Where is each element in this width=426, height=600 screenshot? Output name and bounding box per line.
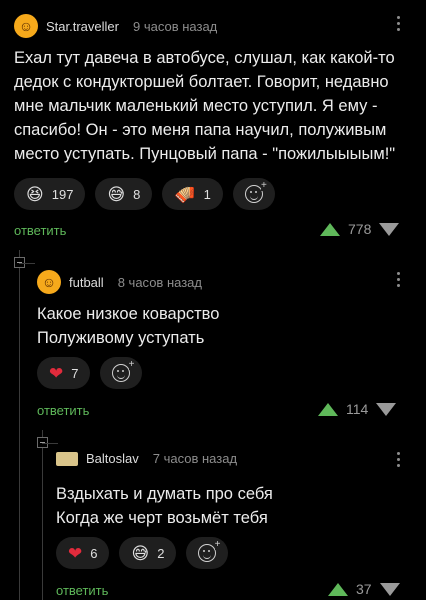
reaction-count: 7 <box>71 365 79 381</box>
upvote-icon[interactable] <box>328 582 348 596</box>
add-reaction-button[interactable]: + <box>186 537 229 569</box>
laughing-emoji-icon: 😆 <box>26 184 44 204</box>
reaction-pill[interactable]: 😅 8 <box>95 178 153 210</box>
comment-header: Baltoslav 7 часов назад <box>56 451 237 466</box>
vote-control: 114 <box>318 401 397 417</box>
reply-link[interactable]: ответить <box>37 403 89 418</box>
text-line: Какое низкое коварство <box>37 305 220 323</box>
text-line: Вздыхать и думать про себя <box>56 485 273 503</box>
reactions-bar: 😆 197 😅 8 🪗 1 + <box>14 178 275 210</box>
add-emoji-icon: + <box>244 181 267 203</box>
reaction-count: 197 <box>51 186 74 202</box>
vote-control: 778 <box>320 221 400 237</box>
reply-link[interactable]: ответить <box>14 223 66 238</box>
avatar[interactable]: ☺ <box>37 270 61 294</box>
add-emoji-icon: + <box>198 540 221 562</box>
reaction-count: 8 <box>133 186 141 202</box>
downvote-icon[interactable] <box>379 222 400 236</box>
reaction-count: 6 <box>90 545 98 561</box>
reaction-pill[interactable]: 🪗 1 <box>162 178 223 210</box>
add-reaction-button[interactable]: + <box>100 357 143 389</box>
thread-line <box>19 250 20 600</box>
username[interactable]: Star.traveller <box>46 19 119 34</box>
reactions-bar: ❤ 7 + <box>37 357 143 389</box>
sweat-smile-emoji-icon: 😅 <box>131 543 150 563</box>
avatar[interactable] <box>56 451 78 466</box>
more-options-icon[interactable] <box>397 16 401 34</box>
thread-line <box>42 430 43 600</box>
comment-text: Какое низкое коварство Полуживому уступа… <box>37 302 407 350</box>
reaction-pill[interactable]: 😆 197 <box>14 178 86 210</box>
heart-emoji-icon: ❤ <box>68 543 83 563</box>
text-line: Полуживому уступать <box>37 329 205 347</box>
reaction-pill[interactable]: ❤ 7 <box>37 357 91 389</box>
accordion-emoji-icon: 🪗 <box>174 184 196 204</box>
comment-text: Вздыхать и думать про себя Когда же черт… <box>56 482 406 530</box>
upvote-icon[interactable] <box>318 402 338 416</box>
username[interactable]: futball <box>69 275 104 290</box>
upvote-icon[interactable] <box>320 222 340 236</box>
vote-count: 37 <box>356 581 372 597</box>
vote-control: 37 <box>328 581 400 597</box>
more-options-icon[interactable] <box>397 272 401 290</box>
reactions-bar: ❤ 6 😅 2 + <box>56 537 229 569</box>
reaction-count: 1 <box>203 186 211 202</box>
reaction-pill[interactable]: ❤ 6 <box>56 537 110 569</box>
avatar[interactable]: ☺ <box>14 14 38 38</box>
timestamp: 8 часов назад <box>117 274 202 290</box>
comment-header: ☺ Star.traveller 9 часов назад <box>14 14 217 38</box>
comment-header: ☺ futball 8 часов назад <box>37 270 202 294</box>
downvote-icon[interactable] <box>376 402 397 416</box>
vote-count: 778 <box>348 221 372 237</box>
text-line: Когда же черт возьмёт тебя <box>56 509 268 527</box>
sweat-smile-emoji-icon: 😅 <box>107 184 126 204</box>
downvote-icon[interactable] <box>379 582 400 596</box>
reply-link[interactable]: ответить <box>56 583 108 598</box>
timestamp: 7 часов назад <box>152 451 238 466</box>
more-options-icon[interactable] <box>397 452 401 470</box>
add-reaction-button[interactable]: + <box>232 178 275 210</box>
username[interactable]: Baltoslav <box>86 451 139 466</box>
reaction-pill[interactable]: 😅 2 <box>119 537 177 569</box>
vote-count: 114 <box>346 401 369 417</box>
heart-emoji-icon: ❤ <box>49 363 64 383</box>
timestamp: 9 часов назад <box>132 18 218 34</box>
thread-branch <box>42 443 58 444</box>
comment-text: Ехал тут давеча в автобусе, слушал, как … <box>14 49 396 163</box>
reaction-count: 2 <box>157 545 165 561</box>
add-emoji-icon: + <box>112 360 135 382</box>
thread-branch <box>19 263 35 264</box>
